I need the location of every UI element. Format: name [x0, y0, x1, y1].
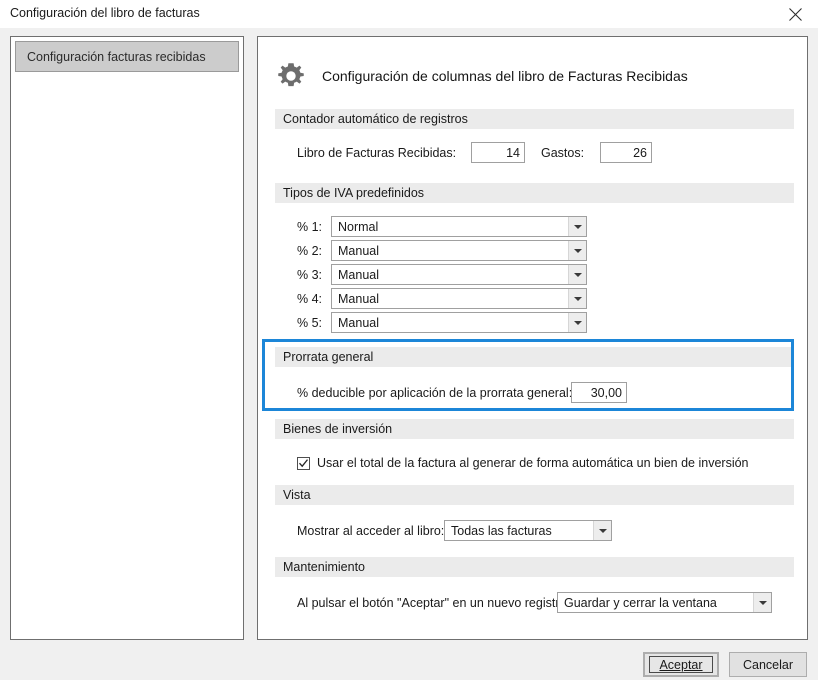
- cancel-button-label: Cancelar: [742, 657, 794, 672]
- vat-4-combobox[interactable]: Manual: [331, 288, 587, 309]
- gear-icon: [278, 63, 304, 87]
- content-panel: Configuración de columnas del libro de F…: [257, 36, 808, 640]
- window-title: Configuración del libro de facturas: [10, 6, 200, 20]
- section-header-label: Tipos de IVA predefinidos: [283, 186, 425, 200]
- mostrar-al-acceder-value: Todas las facturas: [451, 523, 552, 538]
- vat-2-combobox[interactable]: Manual: [331, 240, 587, 261]
- section-body: % deducible por aplicación de la prorrat…: [275, 367, 794, 417]
- section-header: Mantenimiento: [275, 557, 794, 577]
- vat-1-value: Normal: [338, 219, 379, 234]
- section-vista: Vista Mostrar al acceder al libro: Todas…: [275, 485, 794, 553]
- al-pulsar-aceptar-combobox[interactable]: Guardar y cerrar la ventana: [557, 592, 772, 613]
- al-pulsar-aceptar-value: Guardar y cerrar la ventana: [564, 595, 717, 610]
- section-body: Mostrar al acceder al libro: Todas las f…: [275, 505, 794, 553]
- accept-button-label: Aceptar: [659, 657, 703, 672]
- section-body: Libro de Facturas Recibidas: Gastos:: [275, 129, 794, 183]
- mostrar-al-acceder-label: Mostrar al acceder al libro:: [297, 524, 445, 538]
- section-header: Prorrata general: [275, 347, 794, 367]
- panel-header: Configuración de columnas del libro de F…: [258, 53, 807, 99]
- section-header: Vista: [275, 485, 794, 505]
- vat-5-value: Manual: [338, 315, 379, 330]
- chevron-down-icon: [568, 241, 586, 260]
- chevron-down-icon: [568, 289, 586, 308]
- section-mantenimiento: Mantenimiento Al pulsar el botón "Acepta…: [275, 557, 794, 625]
- prorrata-deducible-input[interactable]: [571, 382, 627, 403]
- vat-1-combobox[interactable]: Normal: [331, 216, 587, 237]
- dialog-body: Configuración facturas recibidas Configu…: [0, 28, 818, 680]
- vat-3-combobox[interactable]: Manual: [331, 264, 587, 285]
- navigation-panel: Configuración facturas recibidas: [10, 36, 244, 640]
- section-body: Al pulsar el botón "Aceptar" en un nuevo…: [275, 577, 794, 625]
- vat-1-label: % 1:: [297, 220, 323, 234]
- chevron-down-icon: [593, 521, 611, 540]
- close-button[interactable]: [772, 0, 818, 28]
- section-header-label: Bienes de inversión: [283, 422, 393, 436]
- section-bienes-inversion: Bienes de inversión Usar el total de la …: [275, 419, 794, 483]
- close-icon: [788, 7, 802, 21]
- prorrata-deducible-label: % deducible por aplicación de la prorrat…: [297, 386, 573, 400]
- chevron-down-icon: [753, 593, 771, 612]
- gastos-label: Gastos:: [541, 146, 585, 160]
- section-header-label: Mantenimiento: [283, 560, 365, 574]
- section-contador-automatico: Contador automático de registros Libro d…: [275, 109, 794, 183]
- section-header: Contador automático de registros: [275, 109, 794, 129]
- chevron-down-icon: [568, 265, 586, 284]
- cancel-button[interactable]: Cancelar: [729, 652, 807, 677]
- chevron-down-icon: [568, 313, 586, 332]
- usar-total-factura-checkbox[interactable]: Usar el total de la factura al generar d…: [297, 456, 749, 470]
- section-tipos-iva: Tipos de IVA predefinidos % 1: Normal % …: [275, 183, 794, 333]
- title-bar: Configuración del libro de facturas: [0, 0, 818, 28]
- section-body: % 1: Normal % 2: Manual % 3: Manual % 4:: [275, 203, 794, 333]
- section-header-label: Prorrata general: [283, 350, 374, 364]
- al-pulsar-aceptar-label: Al pulsar el botón "Aceptar" en un nuevo…: [297, 596, 570, 610]
- vat-4-label: % 4:: [297, 292, 323, 306]
- vat-3-value: Manual: [338, 267, 379, 282]
- section-header: Tipos de IVA predefinidos: [275, 183, 794, 203]
- accept-button[interactable]: Aceptar: [643, 652, 719, 677]
- section-prorrata-general: Prorrata general % deducible por aplicac…: [275, 347, 794, 417]
- section-header-label: Contador automático de registros: [283, 112, 468, 126]
- sidebar-item-label: Configuración facturas recibidas: [27, 49, 206, 64]
- section-header: Bienes de inversión: [275, 419, 794, 439]
- gastos-input[interactable]: [600, 142, 652, 163]
- vat-4-value: Manual: [338, 291, 379, 306]
- vat-3-label: % 3:: [297, 268, 323, 282]
- vat-5-label: % 5:: [297, 316, 323, 330]
- panel-title: Configuración de columnas del libro de F…: [322, 68, 688, 84]
- chevron-down-icon: [568, 217, 586, 236]
- sidebar-item-configuracion-facturas-recibidas[interactable]: Configuración facturas recibidas: [15, 41, 239, 72]
- usar-total-factura-label: Usar el total de la factura al generar d…: [317, 456, 749, 470]
- vat-5-combobox[interactable]: Manual: [331, 312, 587, 333]
- libro-facturas-recibidas-label: Libro de Facturas Recibidas:: [297, 146, 457, 160]
- checkbox-check-icon: [297, 456, 310, 470]
- section-header-label: Vista: [283, 488, 311, 502]
- vat-2-label: % 2:: [297, 244, 323, 258]
- libro-facturas-recibidas-input[interactable]: [471, 142, 525, 163]
- vat-2-value: Manual: [338, 243, 379, 258]
- mostrar-al-acceder-combobox[interactable]: Todas las facturas: [444, 520, 612, 541]
- section-body: Usar el total de la factura al generar d…: [275, 439, 794, 483]
- accept-button-focus-ring: Aceptar: [649, 656, 713, 673]
